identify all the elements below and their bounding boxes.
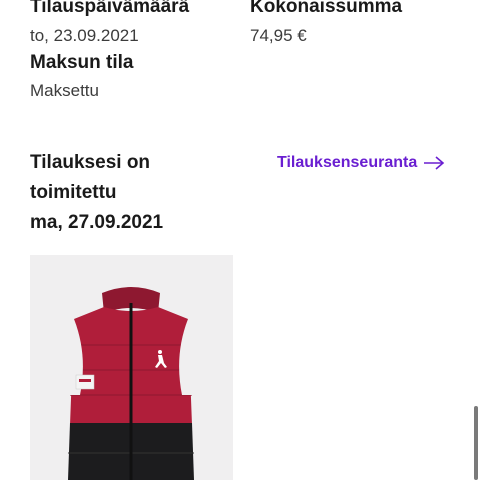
delivery-status-text: Tilauksesi on toimitettu [30,152,151,203]
tracking-link[interactable]: Tilauksenseuranta [277,152,445,174]
scrollbar[interactable] [474,406,478,480]
tracking-link-label: Tilauksenseuranta [277,154,418,171]
order-date-value: to, 23.09.2021 [30,26,139,45]
order-date-label: Tilauspäivämäärä [30,0,190,17]
arrow-right-icon [424,156,445,170]
delivery-date: ma, 27.09.2021 [30,212,164,233]
total-label: Kokonaissumma [250,0,403,17]
payment-status-value: Maksettu [30,81,99,100]
total-value: 74,95 € [250,26,307,45]
payment-status-label: Maksun tila [30,52,134,73]
product-image[interactable] [30,255,233,480]
